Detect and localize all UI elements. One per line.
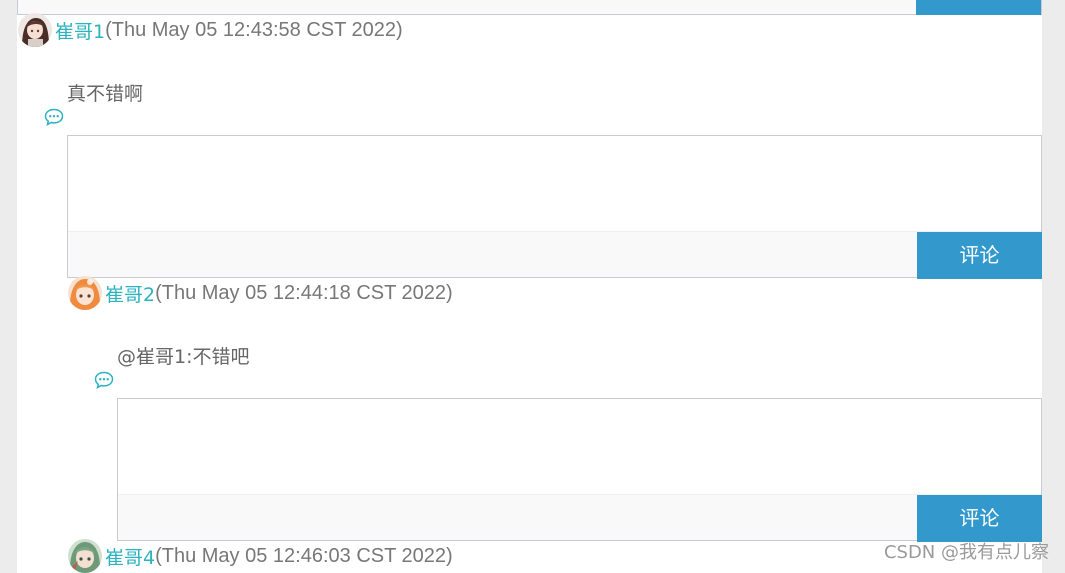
comment-thread-page: 评论 崔哥1 (Thu May 05 12:43:58 CST 2022) 真不…	[17, 0, 1042, 573]
editor-toolbar	[18, 0, 1041, 14]
reply-textarea[interactable]	[118, 399, 1041, 494]
comment-body: 真不错啊	[67, 83, 144, 105]
comment-timestamp: (Thu May 05 12:44:18 CST 2022)	[155, 281, 453, 304]
comment-submit-button[interactable]: 评论	[917, 495, 1042, 542]
reply-editor-1: 评论	[67, 135, 1042, 279]
comment-1-header: 崔哥1 (Thu May 05 12:43:58 CST 2022)	[18, 13, 403, 47]
reply-editor-2: 评论	[117, 398, 1042, 542]
comment-timestamp: (Thu May 05 12:43:58 CST 2022)	[105, 18, 403, 41]
editor-toolbar	[118, 494, 1041, 540]
avatar[interactable]	[68, 539, 102, 573]
comment-body: @崔哥1:不错吧	[117, 346, 250, 368]
comment-2-header: 崔哥2 (Thu May 05 12:44:18 CST 2022)	[68, 276, 453, 310]
editor-toolbar	[68, 231, 1041, 277]
comment-author[interactable]: 崔哥2	[105, 280, 155, 307]
avatar[interactable]	[68, 276, 102, 310]
avatar[interactable]	[18, 13, 52, 47]
comment-bubble-icon[interactable]	[44, 108, 64, 126]
comment-timestamp: (Thu May 05 12:46:03 CST 2022)	[155, 544, 453, 567]
user-avatar-4-icon	[68, 539, 102, 573]
csdn-watermark: CSDN @我有点儿察	[883, 542, 1049, 563]
comment-submit-button[interactable]: 评论	[917, 232, 1042, 279]
comment-3-header: 崔哥4 (Thu May 05 12:46:03 CST 2022)	[68, 539, 453, 573]
reply-textarea[interactable]	[68, 136, 1041, 231]
comment-author[interactable]: 崔哥4	[105, 543, 155, 570]
comment-bubble-icon[interactable]	[94, 371, 114, 389]
comment-author[interactable]: 崔哥1	[55, 17, 105, 44]
user-avatar-2-icon	[68, 276, 102, 310]
user-avatar-1-icon	[18, 13, 52, 47]
top-submit-button[interactable]: 评论	[916, 0, 1041, 15]
